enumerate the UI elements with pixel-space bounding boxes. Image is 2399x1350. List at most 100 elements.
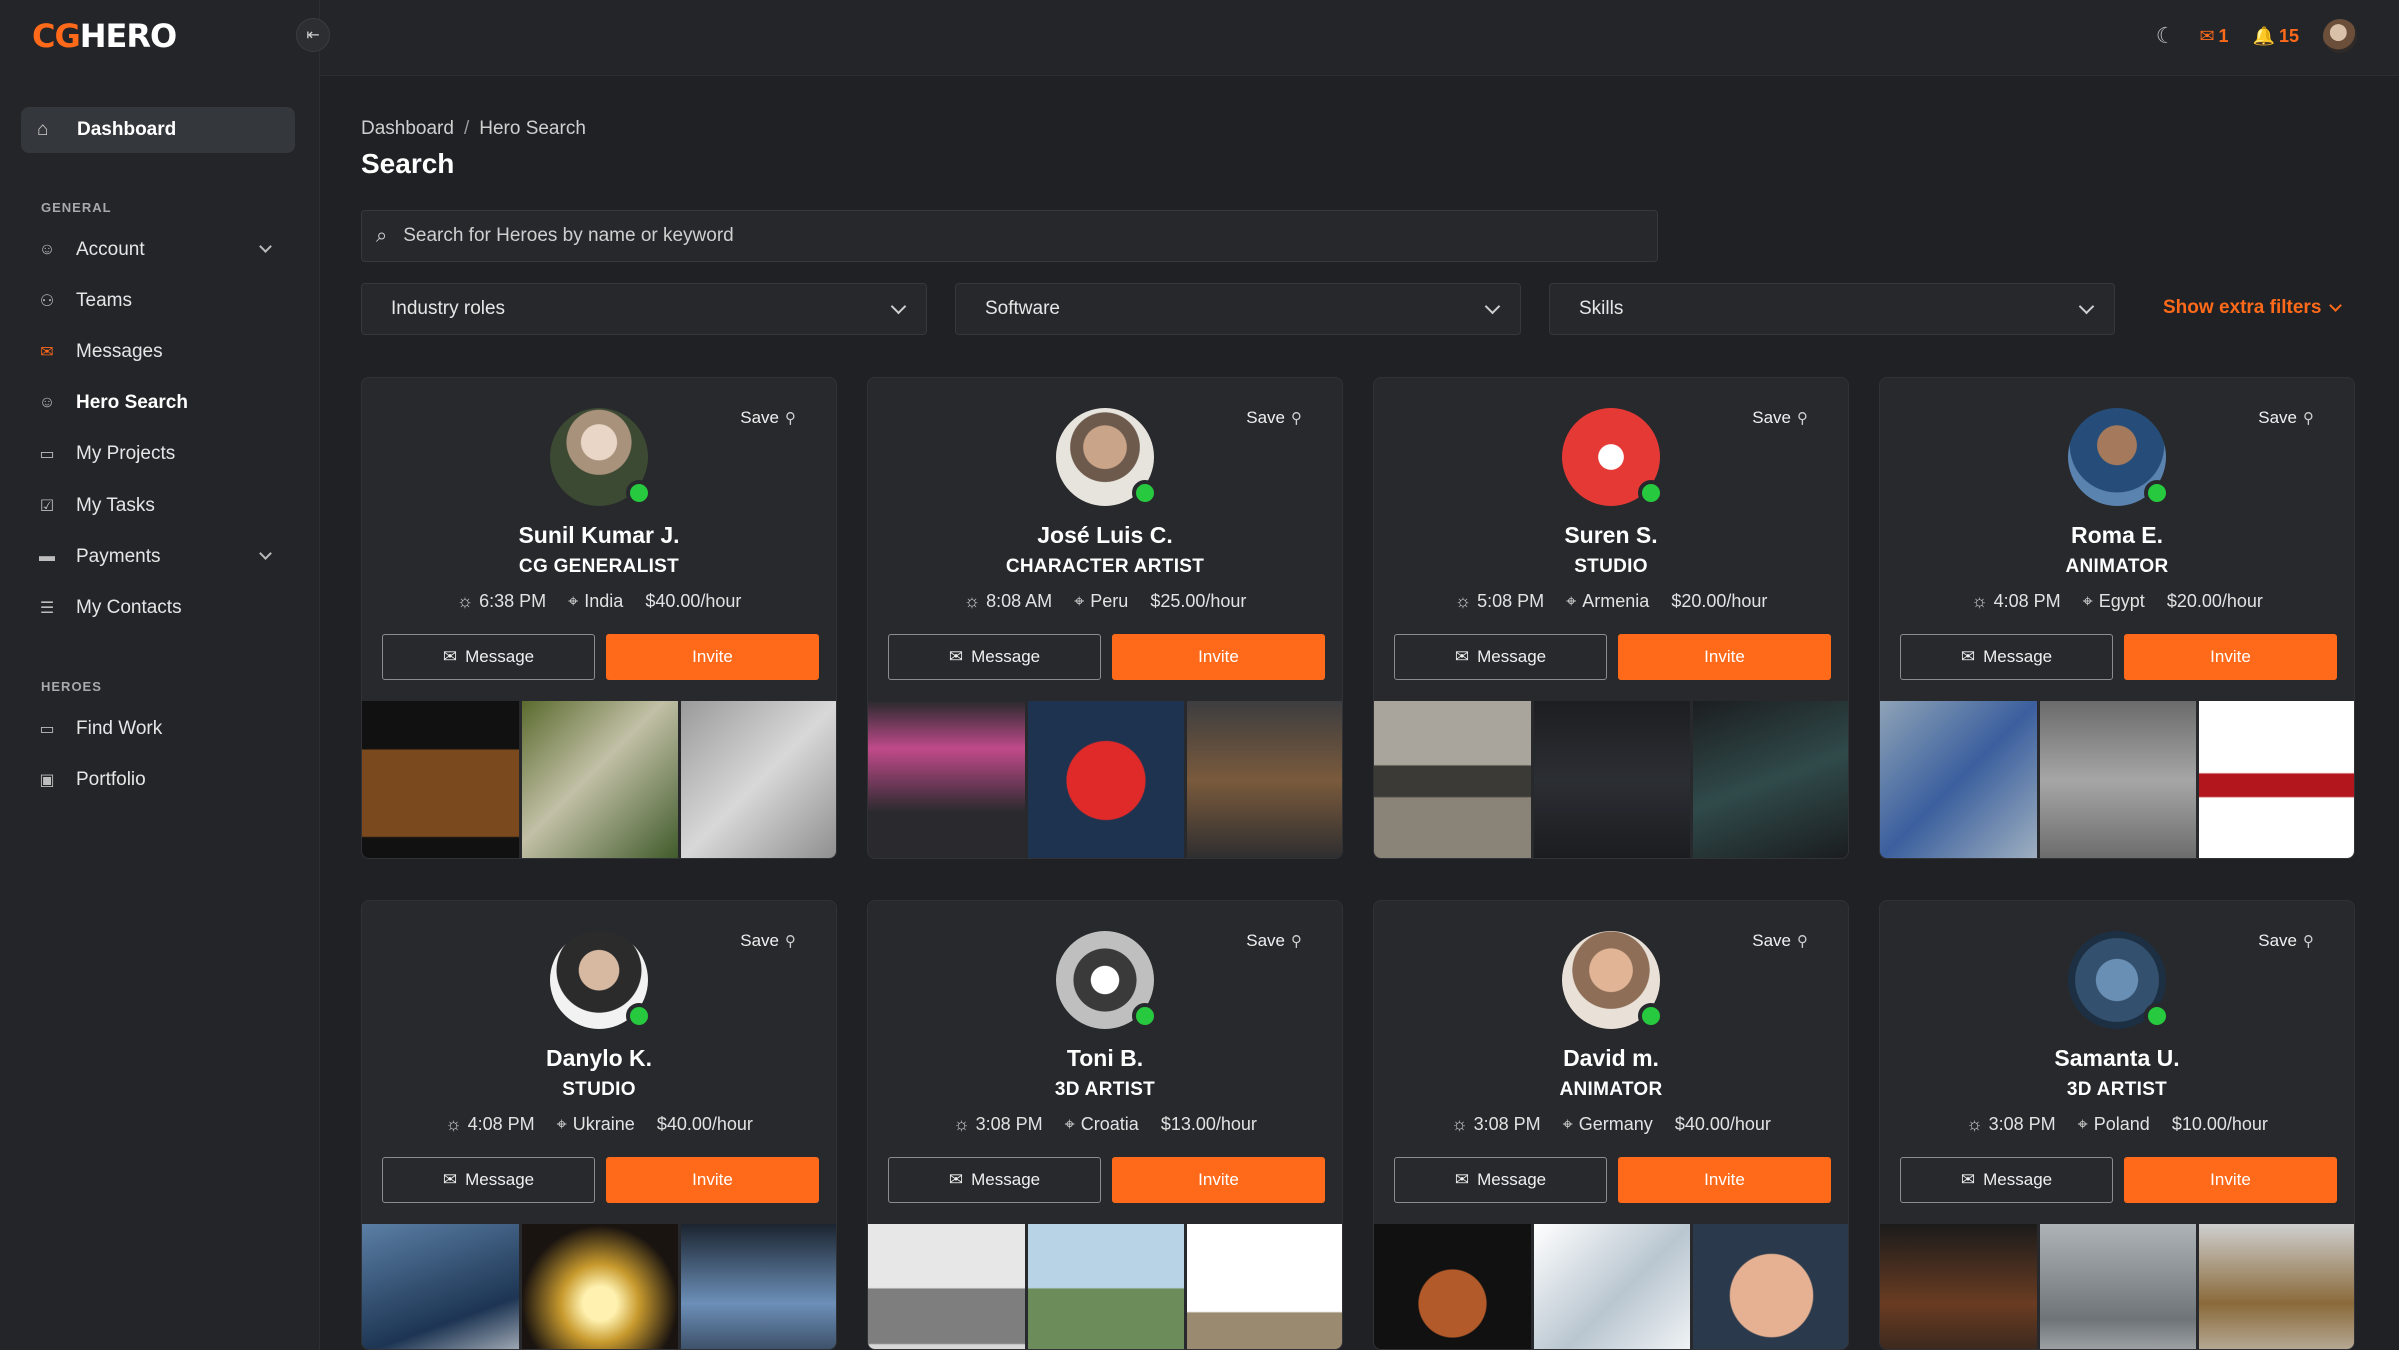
portfolio-thumbnail[interactable]: [868, 1224, 1025, 1349]
collapse-sidebar-button[interactable]: ⇤: [296, 18, 330, 52]
breadcrumb-dashboard[interactable]: Dashboard: [361, 118, 454, 139]
save-hero-button[interactable]: Save ⚲: [2258, 931, 2314, 951]
sidebar-item-portfolio[interactable]: ▣ Portfolio: [38, 765, 278, 795]
hero-name[interactable]: Sunil Kumar J.: [362, 522, 836, 549]
portfolio-thumbnail[interactable]: [2199, 1224, 2354, 1349]
portfolio-thumbnail[interactable]: [1693, 701, 1848, 858]
portfolio-thumbnail[interactable]: [1374, 1224, 1531, 1349]
message-button[interactable]: ✉ Message: [382, 634, 595, 680]
portfolio-thumbnail[interactable]: [1027, 701, 1185, 858]
hero-card[interactable]: Save ⚲ Samanta U. 3D ARTIST ☼ 3:08 PM ⌖ Po…: [1879, 900, 2355, 1350]
sidebar-item-dashboard[interactable]: ⌂ Dashboard: [21, 107, 295, 153]
hero-name[interactable]: Toni B.: [868, 1045, 1342, 1072]
portfolio-thumbnail[interactable]: [521, 1224, 679, 1349]
hero-name[interactable]: Roma E.: [1880, 522, 2354, 549]
hero-avatar[interactable]: [550, 408, 652, 506]
hero-card[interactable]: Save ⚲ Suren S. STUDIO ☼ 5:08 PM ⌖ Armenia…: [1373, 377, 1849, 859]
portfolio-thumbnail[interactable]: [1880, 1224, 2037, 1349]
hero-card[interactable]: Save ⚲ Danylo K. STUDIO ☼ 4:08 PM ⌖ Ukrain…: [361, 900, 837, 1350]
portfolio-thumbnail[interactable]: [521, 701, 679, 858]
user-avatar[interactable]: [2323, 19, 2357, 53]
hero-name[interactable]: Danylo K.: [362, 1045, 836, 1072]
hero-card[interactable]: Save ⚲ Sunil Kumar J. CG GENERALIST ☼ 6:3…: [361, 377, 837, 859]
hero-card[interactable]: Save ⚲ José Luis C. CHARACTER ARTIST ☼ 8:…: [867, 377, 1343, 859]
hero-name[interactable]: Suren S.: [1374, 522, 1848, 549]
sidebar-item-find-work[interactable]: ▭ Find Work: [38, 714, 278, 744]
hero-avatar[interactable]: [1056, 931, 1158, 1029]
hero-card[interactable]: Save ⚲ Roma E. ANIMATOR ☼ 4:08 PM ⌖ Egypt …: [1879, 377, 2355, 859]
invite-button[interactable]: Invite: [1618, 1157, 1831, 1203]
sidebar-item-my-tasks[interactable]: ☑ My Tasks: [38, 491, 278, 521]
envelope-icon: ✉: [442, 1170, 458, 1189]
invite-button[interactable]: Invite: [2124, 1157, 2337, 1203]
hero-local-time: ☼ 4:08 PM: [445, 1114, 535, 1134]
industry-roles-select[interactable]: Industry roles: [361, 283, 927, 335]
hero-name[interactable]: Samanta U.: [1880, 1045, 2354, 1072]
portfolio-thumbnail[interactable]: [1027, 1224, 1185, 1349]
sidebar-item-account[interactable]: ☺ Account: [38, 235, 278, 265]
sidebar-item-teams[interactable]: ⚇ Teams: [38, 286, 278, 316]
hero-card[interactable]: Save ⚲ David m. ANIMATOR ☼ 3:08 PM ⌖ Germa…: [1373, 900, 1849, 1350]
messages-badge[interactable]: ✉ 1: [2199, 26, 2228, 47]
portfolio-thumbnail[interactable]: [362, 1224, 519, 1349]
sidebar-item-my-projects[interactable]: ▭ My Projects: [38, 439, 278, 469]
invite-button[interactable]: Invite: [606, 634, 819, 680]
portfolio-thumbnail[interactable]: [2039, 701, 2197, 858]
moon-icon[interactable]: ☾: [2156, 23, 2176, 49]
hero-avatar[interactable]: [550, 931, 652, 1029]
portfolio-thumbnail[interactable]: [1533, 1224, 1691, 1349]
location-pin-icon: ⌖: [556, 1114, 567, 1134]
skills-select[interactable]: Skills: [1549, 283, 2115, 335]
message-button[interactable]: ✉ Message: [888, 634, 1101, 680]
save-hero-button[interactable]: Save ⚲: [2258, 408, 2314, 428]
portfolio-thumbnail[interactable]: [868, 701, 1025, 858]
save-hero-button[interactable]: Save ⚲: [740, 408, 796, 428]
sidebar-item-payments[interactable]: ▬ Payments: [38, 542, 278, 572]
save-hero-button[interactable]: Save ⚲: [1752, 931, 1808, 951]
portfolio-thumbnail[interactable]: [1880, 701, 2037, 858]
portfolio-thumbnail[interactable]: [2199, 701, 2354, 858]
invite-button[interactable]: Invite: [2124, 634, 2337, 680]
hero-rate: $20.00/hour: [1671, 591, 1768, 611]
envelope-icon: ✉: [1454, 1170, 1470, 1189]
sidebar-item-hero-search[interactable]: ☺ Hero Search: [38, 388, 278, 418]
save-hero-button[interactable]: Save ⚲: [740, 931, 796, 951]
notifications-badge[interactable]: 🔔 15: [2253, 26, 2299, 47]
hero-avatar[interactable]: [1056, 408, 1158, 506]
invite-button[interactable]: Invite: [1112, 1157, 1325, 1203]
hero-card[interactable]: Save ⚲ Toni B. 3D ARTIST ☼ 3:08 PM ⌖ Croat…: [867, 900, 1343, 1350]
message-button[interactable]: ✉ Message: [382, 1157, 595, 1203]
portfolio-thumbnail[interactable]: [681, 701, 836, 858]
message-button[interactable]: ✉ Message: [888, 1157, 1101, 1203]
invite-button[interactable]: Invite: [1618, 634, 1831, 680]
hero-avatar[interactable]: [2068, 408, 2170, 506]
hero-avatar[interactable]: [2068, 931, 2170, 1029]
portfolio-thumbnail[interactable]: [1533, 701, 1691, 858]
software-select[interactable]: Software: [955, 283, 1521, 335]
invite-button[interactable]: Invite: [606, 1157, 819, 1203]
portfolio-thumbnail[interactable]: [1187, 701, 1342, 858]
sidebar-item-my-contacts[interactable]: ☰ My Contacts: [38, 593, 278, 623]
message-button[interactable]: ✉ Message: [1900, 1157, 2113, 1203]
message-button[interactable]: ✉ Message: [1394, 1157, 1607, 1203]
portfolio-thumbnail[interactable]: [1187, 1224, 1342, 1349]
portfolio-thumbnail[interactable]: [681, 1224, 836, 1349]
save-hero-button[interactable]: Save ⚲: [1246, 408, 1302, 428]
cghero-logo[interactable]: CGHERO: [32, 20, 177, 52]
save-hero-button[interactable]: Save ⚲: [1246, 931, 1302, 951]
hero-name[interactable]: David m.: [1374, 1045, 1848, 1072]
hero-avatar[interactable]: [1562, 408, 1664, 506]
portfolio-thumbnail[interactable]: [362, 701, 519, 858]
search-input[interactable]: [403, 225, 1604, 247]
message-button[interactable]: ✉ Message: [1394, 634, 1607, 680]
sidebar-item-messages[interactable]: ✉ Messages: [38, 337, 278, 367]
hero-name[interactable]: José Luis C.: [868, 522, 1342, 549]
invite-button[interactable]: Invite: [1112, 634, 1325, 680]
message-button[interactable]: ✉ Message: [1900, 634, 2113, 680]
portfolio-thumbnail[interactable]: [2039, 1224, 2197, 1349]
show-extra-filters-link[interactable]: Show extra filters: [2163, 297, 2343, 319]
hero-avatar[interactable]: [1562, 931, 1664, 1029]
portfolio-thumbnail[interactable]: [1693, 1224, 1848, 1349]
portfolio-thumbnail[interactable]: [1374, 701, 1531, 858]
save-hero-button[interactable]: Save ⚲: [1752, 408, 1808, 428]
